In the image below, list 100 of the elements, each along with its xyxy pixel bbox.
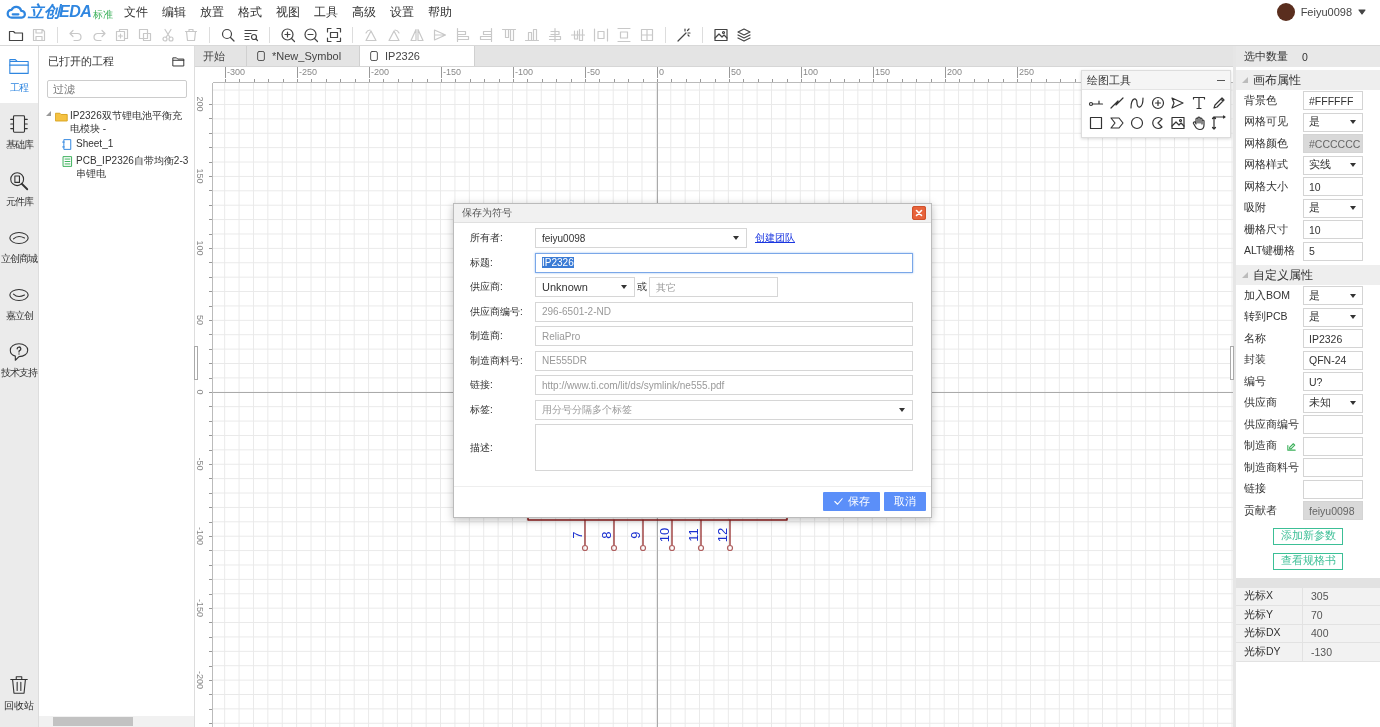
- editor-tab[interactable]: 开始: [195, 46, 247, 66]
- property-field[interactable]: [1303, 458, 1363, 478]
- property-field[interactable]: #FFFFFF: [1303, 91, 1363, 111]
- property-field[interactable]: QFN-24: [1303, 350, 1363, 370]
- expand-arrow-icon[interactable]: [45, 110, 53, 118]
- supplier-select[interactable]: Unknown: [535, 277, 635, 297]
- cursor-label: 光标X: [1244, 589, 1273, 604]
- nav-item[interactable]: 嘉立创: [0, 274, 38, 331]
- section-header[interactable]: 画布属性: [1236, 70, 1380, 90]
- chevron-shape-icon[interactable]: [1108, 115, 1125, 131]
- fit-icon[interactable]: [326, 26, 342, 43]
- tree-item[interactable]: Sheet_1: [76, 137, 114, 150]
- image-icon[interactable]: [1170, 115, 1186, 131]
- property-field[interactable]: 10: [1303, 220, 1363, 240]
- arrowhead-icon[interactable]: [1170, 95, 1186, 111]
- tree-item[interactable]: IP2326双节锂电池平衡充电模块 -: [70, 109, 191, 135]
- input-field[interactable]: http://www.ti.com/lit/ds/symlink/ne555.pdf: [535, 375, 913, 395]
- filter-field[interactable]: 过滤: [47, 80, 187, 98]
- nav-item[interactable]: 立创商城: [0, 217, 38, 274]
- hand-icon[interactable]: [1190, 115, 1207, 131]
- zigzag-line-icon[interactable]: [1108, 95, 1125, 111]
- or-label: 或: [637, 280, 647, 294]
- owner-select[interactable]: feiyu0098: [535, 228, 747, 248]
- property-select[interactable]: 是: [1303, 307, 1363, 327]
- input-field[interactable]: NE555DR: [535, 350, 913, 371]
- zoom-in-icon[interactable]: [280, 26, 296, 43]
- property-field[interactable]: [1303, 415, 1363, 435]
- image-icon[interactable]: [713, 26, 729, 43]
- property-label: 封装: [1244, 353, 1266, 368]
- circle-plus-icon[interactable]: [1149, 95, 1166, 111]
- property-field[interactable]: 5: [1303, 241, 1363, 261]
- property-field[interactable]: [1303, 436, 1363, 456]
- input-field[interactable]: 296-6501-2-ND: [535, 301, 913, 322]
- recycle-bin-item[interactable]: 回收站: [0, 674, 38, 727]
- property-field[interactable]: U?: [1303, 372, 1363, 392]
- pencil-icon[interactable]: [1211, 95, 1227, 111]
- minimize-icon[interactable]: [1217, 79, 1225, 81]
- magic-wand-icon[interactable]: [676, 26, 692, 43]
- layers-icon[interactable]: [736, 26, 752, 43]
- nav-item[interactable]: 工程: [0, 46, 38, 103]
- nav-item[interactable]: 基础库: [0, 103, 38, 160]
- input-field[interactable]: 其它: [649, 277, 778, 297]
- input-field[interactable]: IP2326: [535, 252, 913, 273]
- field-label: 供应商编号:: [470, 304, 524, 319]
- menu-item[interactable]: 编辑: [155, 3, 194, 21]
- selection-count: 0: [1302, 50, 1308, 63]
- property-field[interactable]: [1303, 479, 1363, 499]
- close-button[interactable]: [912, 206, 926, 220]
- property-label: 吸附: [1244, 201, 1266, 216]
- collapse-handle[interactable]: [194, 346, 198, 380]
- description-field[interactable]: [535, 424, 913, 471]
- curve-icon[interactable]: [1129, 95, 1145, 111]
- menu-item[interactable]: 高级: [345, 3, 384, 21]
- property-label: ALT键栅格: [1244, 244, 1296, 259]
- create-team-link[interactable]: 创建团队: [755, 231, 795, 245]
- menu-item[interactable]: 工具: [307, 3, 346, 21]
- property-field[interactable]: 10: [1303, 177, 1363, 197]
- pin-number: 10: [658, 526, 672, 545]
- check-icon: [833, 496, 844, 507]
- property-label: 供应商编号: [1244, 417, 1299, 432]
- nav-item[interactable]: 技术支持: [0, 331, 38, 388]
- editor-tab[interactable]: IP2326: [360, 46, 475, 66]
- input-field[interactable]: ReliaPro: [535, 326, 913, 346]
- caret-icon: [1358, 8, 1366, 16]
- tree-item[interactable]: PCB_IP2326自带均衡2-3串锂电: [76, 154, 191, 180]
- section-header[interactable]: 自定义属性: [1236, 265, 1380, 285]
- user-name[interactable]: Feiyu0098: [1300, 6, 1352, 18]
- property-select[interactable]: 是: [1303, 112, 1363, 132]
- property-select[interactable]: 是: [1303, 286, 1363, 306]
- horizontal-scrollbar[interactable]: [39, 716, 194, 727]
- chip-search-icon: [8, 170, 30, 192]
- property-select[interactable]: 是: [1303, 198, 1363, 218]
- search-icon[interactable]: [220, 26, 236, 43]
- pin-number: 7: [571, 530, 585, 541]
- property-label: 制造商料号: [1244, 460, 1299, 475]
- property-label: 网格样式: [1244, 158, 1288, 173]
- collapse-handle[interactable]: [1230, 346, 1234, 380]
- panel-title: 已打开的工程: [48, 53, 114, 69]
- menu-item[interactable]: 格式: [231, 3, 270, 21]
- menu-item[interactable]: 文件: [117, 3, 156, 21]
- menu-item[interactable]: 设置: [383, 3, 422, 21]
- rectangle-icon[interactable]: [1088, 115, 1104, 131]
- menu-item[interactable]: 帮助: [421, 3, 460, 21]
- cursor-label: 光标Y: [1244, 607, 1273, 622]
- edit-icon[interactable]: [1286, 440, 1297, 452]
- zoom-out-icon[interactable]: [303, 26, 319, 43]
- folder-icon[interactable]: [172, 54, 185, 68]
- menu-item[interactable]: 放置: [193, 3, 232, 21]
- property-select[interactable]: 未知: [1303, 393, 1363, 413]
- property-field[interactable]: IP2326: [1303, 329, 1363, 349]
- panel-title: 绘图工具: [1087, 72, 1131, 88]
- pin-number: 11: [687, 527, 701, 544]
- text-icon[interactable]: [1190, 95, 1207, 111]
- circle-icon[interactable]: [1129, 115, 1145, 131]
- nav-item[interactable]: 元件库: [0, 160, 38, 217]
- dimension-icon[interactable]: [1211, 115, 1227, 131]
- pin-number: 9: [629, 530, 643, 541]
- logo-text: 立创EDA: [28, 1, 92, 22]
- property-select[interactable]: 实线: [1303, 155, 1363, 175]
- menu-item[interactable]: 视图: [269, 3, 308, 21]
